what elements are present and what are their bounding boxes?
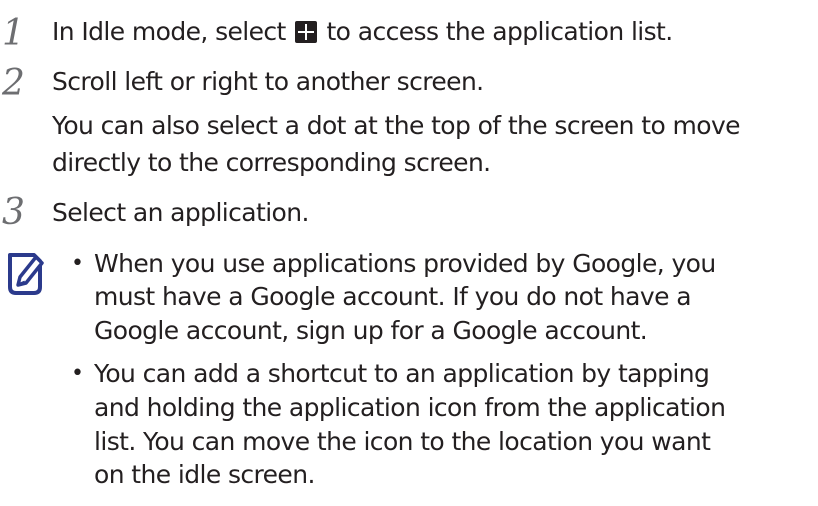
bullet-text: must have a Google account. If you do no… [94,282,692,311]
step-text: Select an application. [52,198,309,227]
bullet-text: and holding the application icon from th… [94,393,726,422]
bullet-marker: • [71,251,84,276]
step-number: 3 [2,192,25,233]
step-number: 2 [2,63,25,104]
step-text: You can also select a dot at the top of … [52,111,741,140]
application-grid-icon [295,21,318,43]
step-text-part: to access the application list. [326,17,673,46]
bullet-marker: • [71,361,84,386]
bullet-text: on the idle screen. [94,460,315,489]
step-text: In Idle mode, select to access the appli… [52,17,673,47]
bullet-text: You can add a shortcut to an application… [94,359,710,388]
bullet-text: list. You can move the icon to the locat… [94,427,711,456]
step-text: directly to the corresponding screen. [52,148,491,177]
bullet-text: Google account, sign up for a Google acc… [94,316,648,345]
bullet-text: When you use applications provided by Go… [94,249,716,278]
note-pencil-icon [8,253,44,295]
step-text-part: In Idle mode, select [52,17,286,46]
step-text: Scroll left or right to another screen. [52,67,484,96]
step-number: 1 [2,13,25,54]
